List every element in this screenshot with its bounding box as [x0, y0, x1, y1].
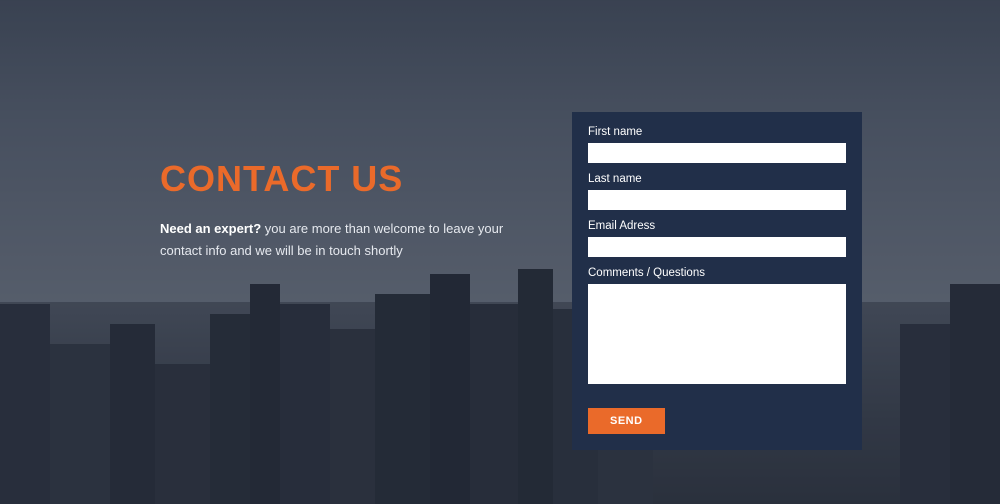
page-title: CONTACT US [160, 158, 540, 200]
last-name-field-group: Last name [588, 173, 846, 210]
content-container: CONTACT US Need an expert? you are more … [0, 0, 1000, 504]
email-input[interactable] [588, 237, 846, 257]
last-name-label: Last name [588, 173, 846, 185]
last-name-input[interactable] [588, 190, 846, 210]
first-name-label: First name [588, 126, 846, 138]
email-field-group: Email Adress [588, 220, 846, 257]
intro-column: CONTACT US Need an expert? you are more … [160, 0, 540, 262]
intro-text-bold: Need an expert? [160, 221, 261, 236]
comments-label: Comments / Questions [588, 267, 846, 279]
send-button[interactable]: SEND [588, 408, 665, 434]
comments-field-group: Comments / Questions [588, 267, 846, 384]
contact-form-panel: First name Last name Email Adress Commen… [572, 112, 862, 450]
intro-text: Need an expert? you are more than welcom… [160, 218, 540, 262]
first-name-field-group: First name [588, 126, 846, 163]
first-name-input[interactable] [588, 143, 846, 163]
comments-input[interactable] [588, 284, 846, 384]
email-label: Email Adress [588, 220, 846, 232]
